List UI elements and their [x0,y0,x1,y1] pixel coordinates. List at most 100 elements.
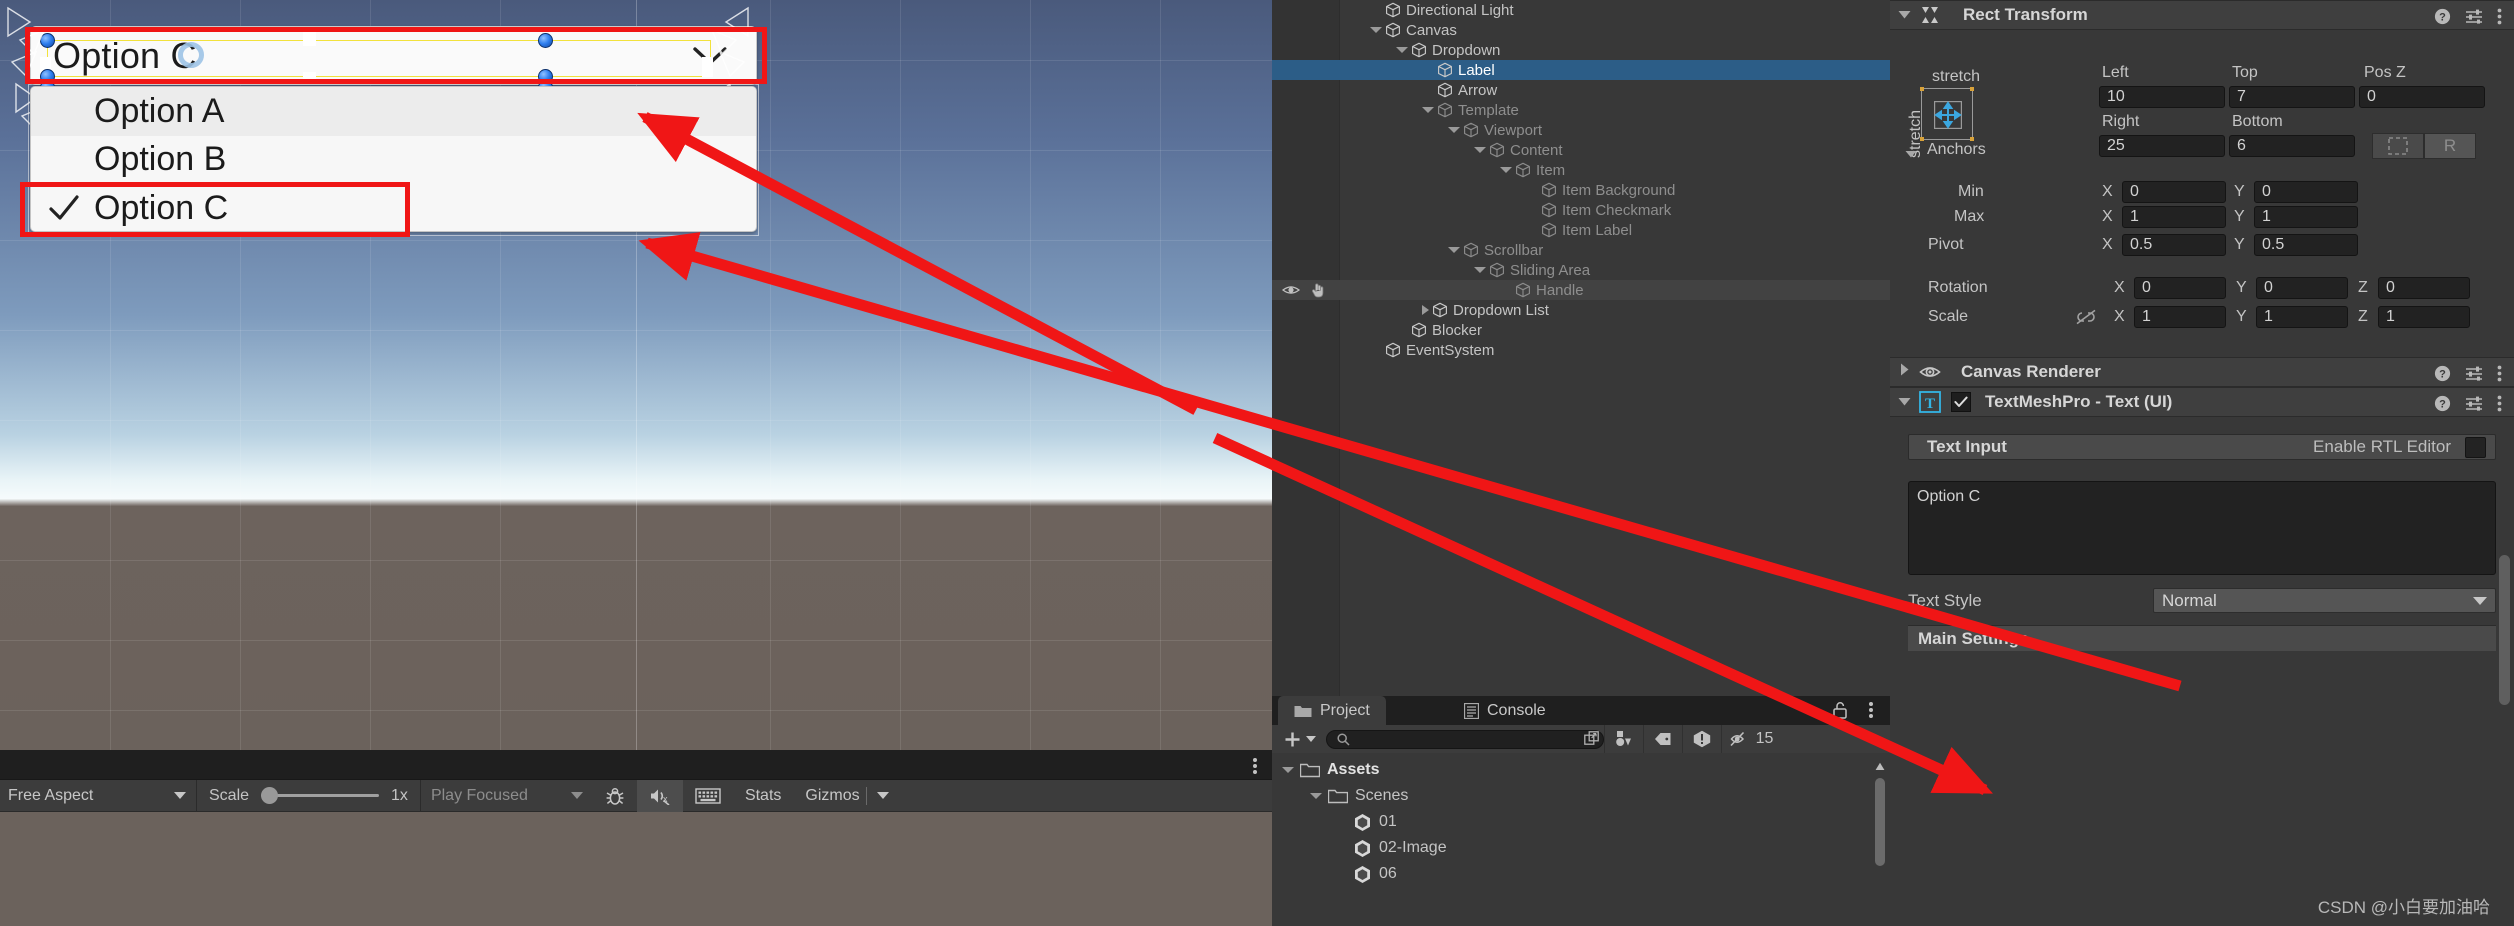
search-input[interactable] [1326,729,1604,749]
text-style-dropdown[interactable]: Normal [2153,588,2496,613]
hierarchy-row-dropdown-list[interactable]: Dropdown List [1272,300,1890,320]
hierarchy-row-template[interactable]: Template [1272,100,1890,120]
left-field[interactable]: 10 [2099,86,2225,108]
anchor-max-x-field[interactable]: 1 [2122,206,2226,228]
rtl-editor-checkbox[interactable] [2465,436,2486,458]
create-asset-button[interactable] [1272,731,1326,748]
hierarchy-row-content[interactable]: Content [1272,140,1890,160]
mute-audio-button[interactable]: x [636,779,683,812]
dropdown-item[interactable]: Option B [31,136,756,185]
project-scrollbar[interactable] [1875,762,1885,917]
kebab-menu-icon[interactable] [1868,701,1874,719]
preset-icon[interactable] [2465,8,2483,24]
text-value-textarea[interactable]: Option C [1908,481,2496,575]
gizmos-dropdown[interactable] [867,780,899,812]
scale-slider-group[interactable]: Scale 1x [197,787,420,805]
scale-y-field[interactable]: 1 [2256,306,2348,328]
help-icon[interactable]: ? [2434,8,2451,25]
hierarchy-row-item[interactable]: Item [1272,160,1890,180]
hierarchy-row-item-checkmark[interactable]: Item Checkmark [1272,200,1890,220]
anchor-max-y-field[interactable]: 1 [2254,206,2358,228]
foldout-arrow-icon[interactable] [1898,393,1911,411]
scale-slider[interactable] [261,787,380,804]
component-header-tmp-text[interactable]: T TextMeshPro - Text (UI) ? [1890,387,2514,417]
anchor-preset-button[interactable] [1920,87,1974,141]
hierarchy-row-handle[interactable]: Handle [1272,280,1890,300]
lock-open-icon[interactable] [1832,701,1848,719]
scale-slider-knob[interactable] [261,787,279,804]
asset-filter-button[interactable] [1604,725,1643,753]
hierarchy-row-item-label[interactable]: Item Label [1272,220,1890,240]
rotation-y-field[interactable]: 0 [2256,277,2348,299]
expand-arrow-icon[interactable] [1448,127,1460,133]
collapse-arrow-icon[interactable] [1422,305,1429,315]
hidden-count-indicator[interactable]: 15 [1721,725,1781,753]
keyboard-shortcut-button[interactable] [683,780,733,812]
main-settings-header[interactable]: Main Settings [1908,625,2496,651]
hierarchy-row-label[interactable]: Label [1272,60,1890,80]
hierarchy-row-directional-light[interactable]: Directional Light [1272,0,1890,20]
scale-x-field[interactable]: 1 [2134,306,2226,328]
anchor-min-y-field[interactable]: 0 [2254,181,2358,203]
help-icon[interactable]: ? [2434,395,2451,412]
game-viewport[interactable]: Option C Option A Option B Option C [0,0,1272,750]
open-in-new-icon[interactable] [1584,731,1600,747]
blueprint-mode-button[interactable] [2372,133,2424,159]
scroll-up-arrow-icon[interactable] [1875,762,1885,771]
component-enabled-checkbox[interactable] [1951,392,1971,412]
foldout-arrow-closed-icon[interactable] [1900,363,1909,381]
posz-field[interactable]: 0 [2359,86,2485,108]
stats-button[interactable]: Stats [733,780,793,812]
label-filter-button[interactable] [1643,725,1682,753]
hierarchy-row-arrow[interactable]: Arrow [1272,80,1890,100]
hierarchy-tree[interactable]: Directional Light Canvas Dropdown Label … [1272,0,1890,360]
right-field[interactable]: 25 [2099,135,2225,157]
gizmos-button[interactable]: Gizmos [793,780,865,812]
dropdown-item[interactable]: Option A [31,87,756,136]
scale-z-field[interactable]: 1 [2378,306,2470,328]
expand-arrow-icon[interactable] [1370,27,1382,33]
warning-filter-button[interactable] [1682,725,1721,753]
expand-arrow-icon[interactable] [1474,267,1486,273]
link-off-icon[interactable] [2075,308,2097,326]
hierarchy-row-sliding-area[interactable]: Sliding Area [1272,260,1890,280]
component-header-canvas-renderer[interactable]: Canvas Renderer ? [1890,357,2514,387]
expand-arrow-icon[interactable] [1474,147,1486,153]
kebab-menu-icon[interactable] [2497,8,2502,25]
hierarchy-row-dropdown[interactable]: Dropdown [1272,40,1890,60]
hand-pointer-icon[interactable] [1310,282,1326,298]
eye-icon[interactable] [1919,363,1941,381]
inspector-scrollbar[interactable] [2499,555,2510,885]
project-row-06[interactable]: 06 [1272,861,1890,887]
preset-icon[interactable] [2465,395,2483,411]
pivot-x-field[interactable]: 0.5 [2122,234,2226,256]
expand-arrow-icon[interactable] [1396,47,1408,53]
top-field[interactable]: 7 [2229,86,2355,108]
hierarchy-row-scrollbar[interactable]: Scrollbar [1272,240,1890,260]
bottom-field[interactable]: 6 [2229,135,2355,157]
kebab-menu-icon[interactable] [1252,757,1258,775]
rotation-x-field[interactable]: 0 [2134,277,2226,299]
kebab-menu-icon[interactable] [2497,365,2502,382]
tab-project[interactable]: Project [1278,696,1386,725]
project-row-assets[interactable]: Assets [1272,757,1890,783]
play-mode-dropdown[interactable]: Play Focused [421,780,593,812]
anchor-min-x-field[interactable]: 0 [2122,181,2226,203]
rotation-z-field[interactable]: 0 [2378,277,2470,299]
eye-icon[interactable] [1282,282,1300,298]
expand-arrow-icon[interactable] [1448,247,1460,253]
tab-console[interactable]: Console [1448,696,1562,725]
project-tree[interactable]: Assets Scenes 01 02-Image 06 [1272,753,1890,926]
aspect-ratio-dropdown[interactable]: Free Aspect [0,780,196,812]
project-row-02-image[interactable]: 02-Image [1272,835,1890,861]
expand-arrow-icon[interactable] [1282,767,1294,773]
expand-arrow-icon[interactable] [1422,107,1434,113]
raw-edit-button[interactable]: R [2424,133,2476,159]
hierarchy-row-canvas[interactable]: Canvas [1272,20,1890,40]
debug-toggle-button[interactable] [593,780,637,812]
scrollbar-thumb[interactable] [1875,778,1885,866]
project-row-scenes[interactable]: Scenes [1272,783,1890,809]
component-header-rect-transform[interactable]: Rect Transform ? [1890,0,2514,30]
help-icon[interactable]: ? [2434,365,2451,382]
pivot-y-field[interactable]: 0.5 [2254,234,2358,256]
